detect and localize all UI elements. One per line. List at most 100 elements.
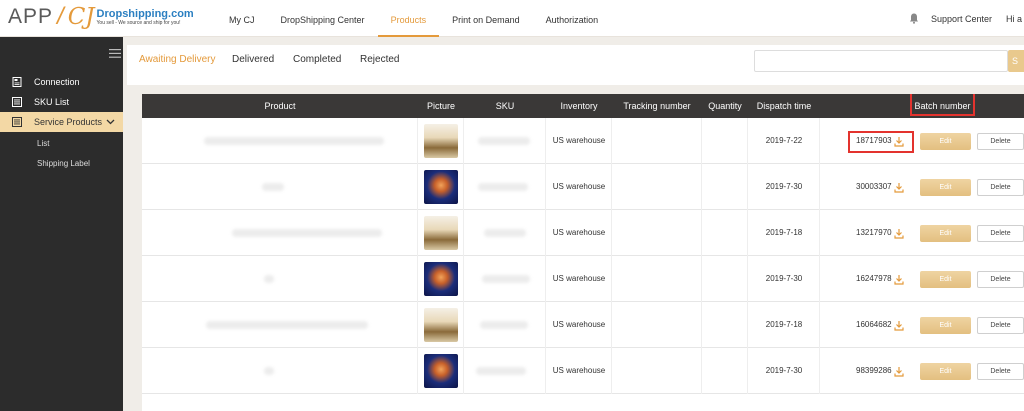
edit-button[interactable]: Edit (920, 225, 971, 242)
support-center-link[interactable]: Support Center (931, 14, 992, 24)
table-row: US warehouse 2019-7-30 16247978 Edit Del… (142, 256, 1024, 302)
inventory-value: US warehouse (552, 366, 606, 375)
product-thumbnail[interactable] (424, 354, 458, 388)
edit-button[interactable]: Edit (920, 317, 971, 334)
logo-app-text: APP (8, 5, 54, 28)
top-navigation: APP / CJ Dropshipping.com You sell - We … (0, 0, 1024, 37)
dispatch-time-value: 2019-7-30 (765, 366, 803, 375)
inventory-value: US warehouse (552, 274, 606, 283)
download-icon[interactable] (894, 366, 904, 377)
product-name-blurred (264, 367, 274, 375)
batch-number-value: 16247978 (856, 274, 892, 283)
product-thumbnail[interactable] (424, 170, 458, 204)
product-thumbnail[interactable] (424, 262, 458, 296)
sidebar-subitem-list[interactable]: List (37, 139, 49, 148)
cell-sku (464, 164, 546, 210)
inventory-value: US warehouse (552, 182, 606, 191)
cell-sku (464, 348, 546, 394)
cell-quantity (702, 302, 748, 348)
batch-number-value: 98399286 (856, 366, 892, 375)
edit-button[interactable]: Edit (920, 179, 971, 196)
download-icon[interactable] (894, 274, 904, 285)
column-header-quantity: Quantity (708, 101, 742, 111)
nav-authorization[interactable]: Authorization (533, 0, 612, 37)
tab-rejected[interactable]: Rejected (360, 45, 399, 85)
download-icon[interactable] (894, 228, 904, 239)
edit-button[interactable]: Edit (920, 133, 971, 150)
cell-sku (464, 302, 546, 348)
cell-quantity (702, 118, 748, 164)
logo-slash: / (57, 3, 64, 30)
cell-quantity (702, 210, 748, 256)
product-name-blurred (232, 229, 382, 237)
delete-button[interactable]: Delete (977, 179, 1024, 196)
delete-button[interactable]: Delete (977, 317, 1024, 334)
nav-my-cj[interactable]: My CJ (216, 0, 268, 37)
tab-completed[interactable]: Completed (293, 45, 341, 85)
product-thumbnail[interactable] (424, 308, 458, 342)
cell-sku (464, 256, 546, 302)
tab-delivered[interactable]: Delivered (232, 45, 274, 85)
bell-icon[interactable] (909, 13, 919, 24)
sku-blurred (476, 367, 526, 375)
cell-tracking-number (612, 164, 702, 210)
edit-button[interactable]: Edit (920, 363, 971, 380)
sidebar-item-sku-list[interactable]: SKU List (0, 92, 123, 112)
cell-product (142, 210, 418, 256)
main-content: Awaiting Delivery Delivered Completed Re… (123, 37, 1024, 411)
cell-product (142, 256, 418, 302)
table-row: US warehouse 2019-7-22 18717903 Edit Del… (142, 118, 1024, 164)
delete-button[interactable]: Delete (977, 271, 1024, 288)
sku-blurred (478, 183, 528, 191)
highlight-box-batch-number (848, 131, 914, 153)
product-name-blurred (204, 137, 384, 145)
cell-quantity (702, 164, 748, 210)
inventory-value: US warehouse (552, 228, 606, 237)
cell-tracking-number (612, 256, 702, 302)
tab-awaiting-delivery[interactable]: Awaiting Delivery (139, 45, 216, 85)
search-button[interactable]: S (1008, 50, 1024, 72)
nav-dropshipping-center[interactable]: DropShipping Center (268, 0, 378, 37)
menu-toggle-icon[interactable] (109, 49, 121, 58)
sidebar-subitem-shipping-label[interactable]: Shipping Label (37, 159, 90, 168)
list-icon (12, 97, 22, 107)
main-nav: My CJ DropShipping Center Products Print… (216, 0, 611, 37)
download-icon[interactable] (894, 320, 904, 331)
edit-button[interactable]: Edit (920, 271, 971, 288)
sku-blurred (478, 137, 530, 145)
sidebar-item-label: SKU List (34, 97, 70, 107)
column-header-dispatch-time: Dispatch time (756, 101, 812, 111)
download-icon[interactable] (894, 182, 904, 193)
logo-tagline: You sell - We source and ship for you! (96, 19, 181, 26)
cell-tracking-number (612, 210, 702, 256)
table-header: Product Picture SKU Inventory Tracking n… (142, 94, 1024, 118)
column-header-picture: Picture (426, 101, 455, 111)
user-greeting[interactable]: Hi a (1006, 14, 1022, 24)
cell-tracking-number (612, 118, 702, 164)
sku-blurred (484, 229, 526, 237)
inventory-value: US warehouse (552, 136, 606, 145)
nav-print-on-demand[interactable]: Print on Demand (439, 0, 533, 37)
batch-number-value: 30003307 (856, 182, 892, 191)
batch-number-value: 13217970 (856, 228, 892, 237)
delete-button[interactable]: Delete (977, 363, 1024, 380)
logo[interactable]: APP / CJ Dropshipping.com You sell - We … (8, 3, 194, 30)
table-row: US warehouse 2019-7-30 30003307 Edit Del… (142, 164, 1024, 210)
search-input[interactable] (754, 50, 1008, 72)
delete-button[interactable]: Delete (977, 225, 1024, 242)
cell-tracking-number (612, 302, 702, 348)
cell-quantity (702, 256, 748, 302)
sku-blurred (482, 275, 530, 283)
column-header-product: Product (264, 101, 296, 111)
product-name-blurred (262, 183, 284, 191)
sidebar-item-label: Connection (34, 77, 80, 87)
inventory-value: US warehouse (552, 320, 606, 329)
delete-button[interactable]: Delete (977, 133, 1024, 150)
column-header-inventory: Inventory (560, 101, 598, 111)
dispatch-time-value: 2019-7-30 (765, 182, 803, 191)
product-thumbnail[interactable] (424, 124, 458, 158)
sidebar-item-service-products[interactable]: Service Products (0, 112, 123, 132)
product-thumbnail[interactable] (424, 216, 458, 250)
sidebar-item-connection[interactable]: Connection (0, 72, 123, 92)
nav-products[interactable]: Products (377, 0, 440, 37)
